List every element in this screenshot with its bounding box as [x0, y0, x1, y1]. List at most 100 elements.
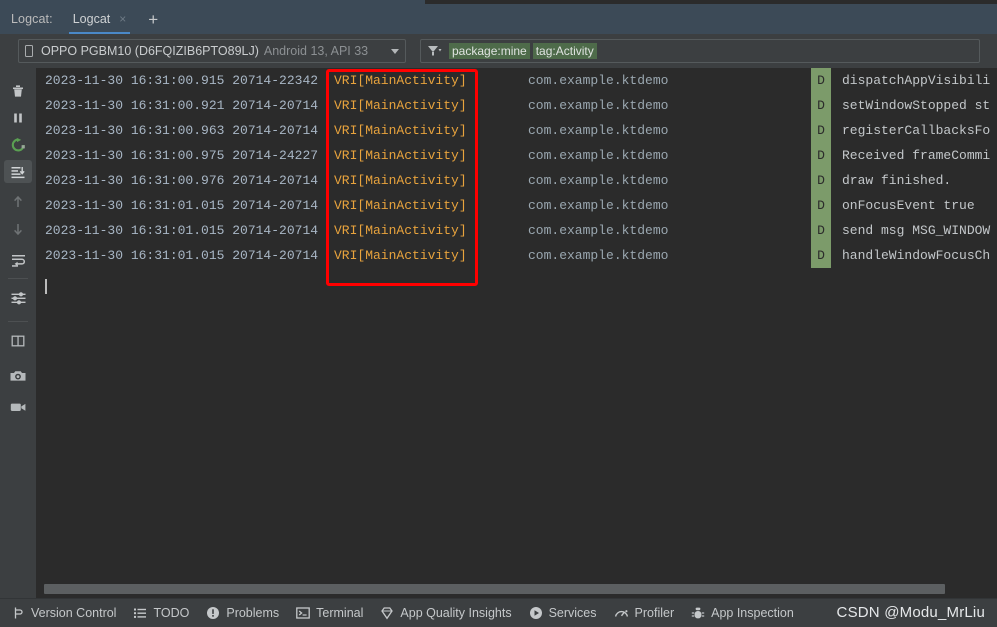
tab-logcat[interactable]: Logcat × [63, 4, 135, 34]
log-level-badge: D [811, 193, 831, 218]
status-item-profiler[interactable]: Profiler [614, 599, 674, 627]
exclamation-circle-icon [206, 606, 220, 620]
text-caret [45, 279, 47, 294]
tab-logcat-label: Logcat [72, 12, 111, 26]
log-row[interactable]: 2023-11-30 16:31:00.963 20714-20714 VRI[M… [36, 118, 997, 143]
close-icon[interactable]: × [119, 13, 126, 25]
gauge-icon [614, 606, 629, 620]
camera-icon [9, 368, 27, 384]
logcat-side-toolbar [0, 68, 36, 627]
horizontal-scrollbar-thumb[interactable] [44, 584, 945, 594]
status-item-services[interactable]: Services [529, 599, 597, 627]
log-tag: VRI[MainActivity] [334, 223, 467, 238]
video-camera-icon [9, 399, 27, 415]
soft-wrap-icon [10, 252, 27, 268]
log-level-badge: D [811, 143, 831, 168]
status-label-problems: Problems [226, 606, 280, 620]
log-timestamp: 2023-11-30 16:31:00.976 20714-20714 [45, 173, 319, 188]
pause-icon [10, 110, 26, 126]
log-tag: VRI[MainActivity] [334, 123, 467, 138]
log-row[interactable]: 2023-11-30 16:31:00.976 20714-20714 VRI[M… [36, 168, 997, 193]
diamond-icon [380, 606, 394, 620]
log-package: com.example.ktdemo [528, 148, 669, 163]
funnel-icon[interactable] [427, 45, 442, 57]
log-tag: VRI[MainActivity] [334, 248, 467, 263]
logcat-tab-bar: Logcat: Logcat × + [0, 4, 997, 34]
log-row[interactable]: 2023-11-30 16:31:00.915 20714-22342 VRI[M… [36, 68, 997, 93]
sliders-icon [10, 290, 27, 306]
log-timestamp: 2023-11-30 16:31:00.921 20714-20714 [45, 98, 319, 113]
log-timestamp: 2023-11-30 16:31:00.963 20714-20714 [45, 123, 319, 138]
status-item-app-inspection[interactable]: App Inspection [691, 599, 794, 627]
status-label-todo: TODO [153, 606, 190, 620]
log-level-badge: D [811, 93, 831, 118]
status-bar: Version Control TODO Problems Terminal A… [0, 598, 997, 627]
terminal-icon [296, 606, 311, 620]
arrow-up-icon [10, 194, 26, 210]
android-studio-logcat-window: Logcat: Logcat × + OPPO PGBM10 (D6FQIZIB… [0, 0, 997, 627]
chevron-down-icon[interactable] [391, 48, 399, 54]
status-item-app-quality-insights[interactable]: App Quality Insights [380, 599, 512, 627]
log-timestamp: 2023-11-30 16:31:01.015 20714-20714 [45, 223, 319, 238]
log-level-badge: D [811, 118, 831, 143]
log-message: dispatchAppVisibili [842, 73, 991, 88]
clear-logcat-button[interactable] [0, 77, 36, 104]
log-message: Received frameCommi [842, 148, 991, 163]
log-message: onFocusEvent true [842, 198, 975, 213]
rail-divider-2 [8, 321, 28, 322]
log-row[interactable]: 2023-11-30 16:31:00.975 20714-24227 VRI[M… [36, 143, 997, 168]
log-message: setWindowStopped st [842, 98, 991, 113]
log-package: com.example.ktdemo [528, 73, 669, 88]
status-label-app-inspection: App Inspection [711, 606, 794, 620]
log-row[interactable]: 2023-11-30 16:31:01.015 20714-20714 VRI[M… [36, 218, 997, 243]
log-tag: VRI[MainActivity] [334, 173, 467, 188]
log-row[interactable]: 2023-11-30 16:31:01.015 20714-20714 VRI[M… [36, 193, 997, 218]
log-timestamp: 2023-11-30 16:31:00.915 20714-22342 [45, 73, 319, 88]
bug-icon [691, 606, 705, 620]
log-package: com.example.ktdemo [528, 173, 669, 188]
pause-button[interactable] [0, 104, 36, 131]
screenshot-button[interactable] [0, 362, 36, 389]
next-occurrence-button[interactable] [0, 215, 36, 242]
filter-chip-tag[interactable]: tag:Activity [532, 43, 597, 59]
log-tag: VRI[MainActivity] [334, 198, 467, 213]
log-timestamp: 2023-11-30 16:31:01.015 20714-20714 [45, 198, 319, 213]
branch-icon [12, 606, 25, 620]
log-message: send msg MSG_WINDOW [842, 223, 991, 238]
arrow-down-icon [10, 221, 26, 237]
status-item-problems[interactable]: Problems [206, 599, 279, 627]
screen-record-button[interactable] [0, 393, 36, 420]
logcat-output[interactable]: 2023-11-30 16:31:00.915 20714-22342 VRI[M… [36, 68, 997, 579]
log-row[interactable]: 2023-11-30 16:31:01.015 20714-20714 VRI[M… [36, 243, 997, 268]
phone-icon [25, 45, 33, 57]
filter-chip-package[interactable]: package:mine [449, 43, 530, 59]
watermark: CSDN @Modu_MrLiu [836, 604, 985, 621]
horizontal-scrollbar[interactable] [36, 579, 997, 598]
restart-button[interactable] [0, 131, 36, 158]
split-panel-button[interactable] [0, 327, 36, 354]
log-message: handleWindowFocusCh [842, 248, 991, 263]
log-tag: VRI[MainActivity] [334, 148, 467, 163]
log-package: com.example.ktdemo [528, 248, 669, 263]
log-row[interactable]: 2023-11-30 16:31:00.921 20714-20714 VRI[M… [36, 93, 997, 118]
restart-icon [10, 137, 27, 153]
scroll-to-end-icon [10, 164, 26, 180]
configure-button[interactable] [0, 284, 36, 311]
play-circle-icon [529, 606, 543, 620]
logcat-filter-input[interactable]: package:mine tag:Activity [420, 39, 980, 63]
list-icon [133, 606, 147, 620]
status-item-version-control[interactable]: Version Control [12, 599, 116, 627]
previous-occurrence-button[interactable] [0, 188, 36, 215]
soft-wrap-button[interactable] [0, 246, 36, 273]
log-level-badge: D [811, 218, 831, 243]
log-rows-container: 2023-11-30 16:31:00.915 20714-22342 VRI[M… [36, 68, 997, 268]
status-item-todo[interactable]: TODO [133, 599, 189, 627]
scroll-to-end-button[interactable] [0, 158, 36, 185]
add-tab-icon[interactable]: + [148, 11, 158, 28]
device-meta: Android 13, API 33 [263, 44, 369, 58]
log-message: registerCallbacksFo [842, 123, 991, 138]
log-package: com.example.ktdemo [528, 123, 669, 138]
status-item-terminal[interactable]: Terminal [296, 599, 363, 627]
device-selector[interactable]: OPPO PGBM10 (D6FQIZIB6PTO89LJ) Android 1… [18, 39, 406, 63]
log-tag: VRI[MainActivity] [334, 98, 467, 113]
